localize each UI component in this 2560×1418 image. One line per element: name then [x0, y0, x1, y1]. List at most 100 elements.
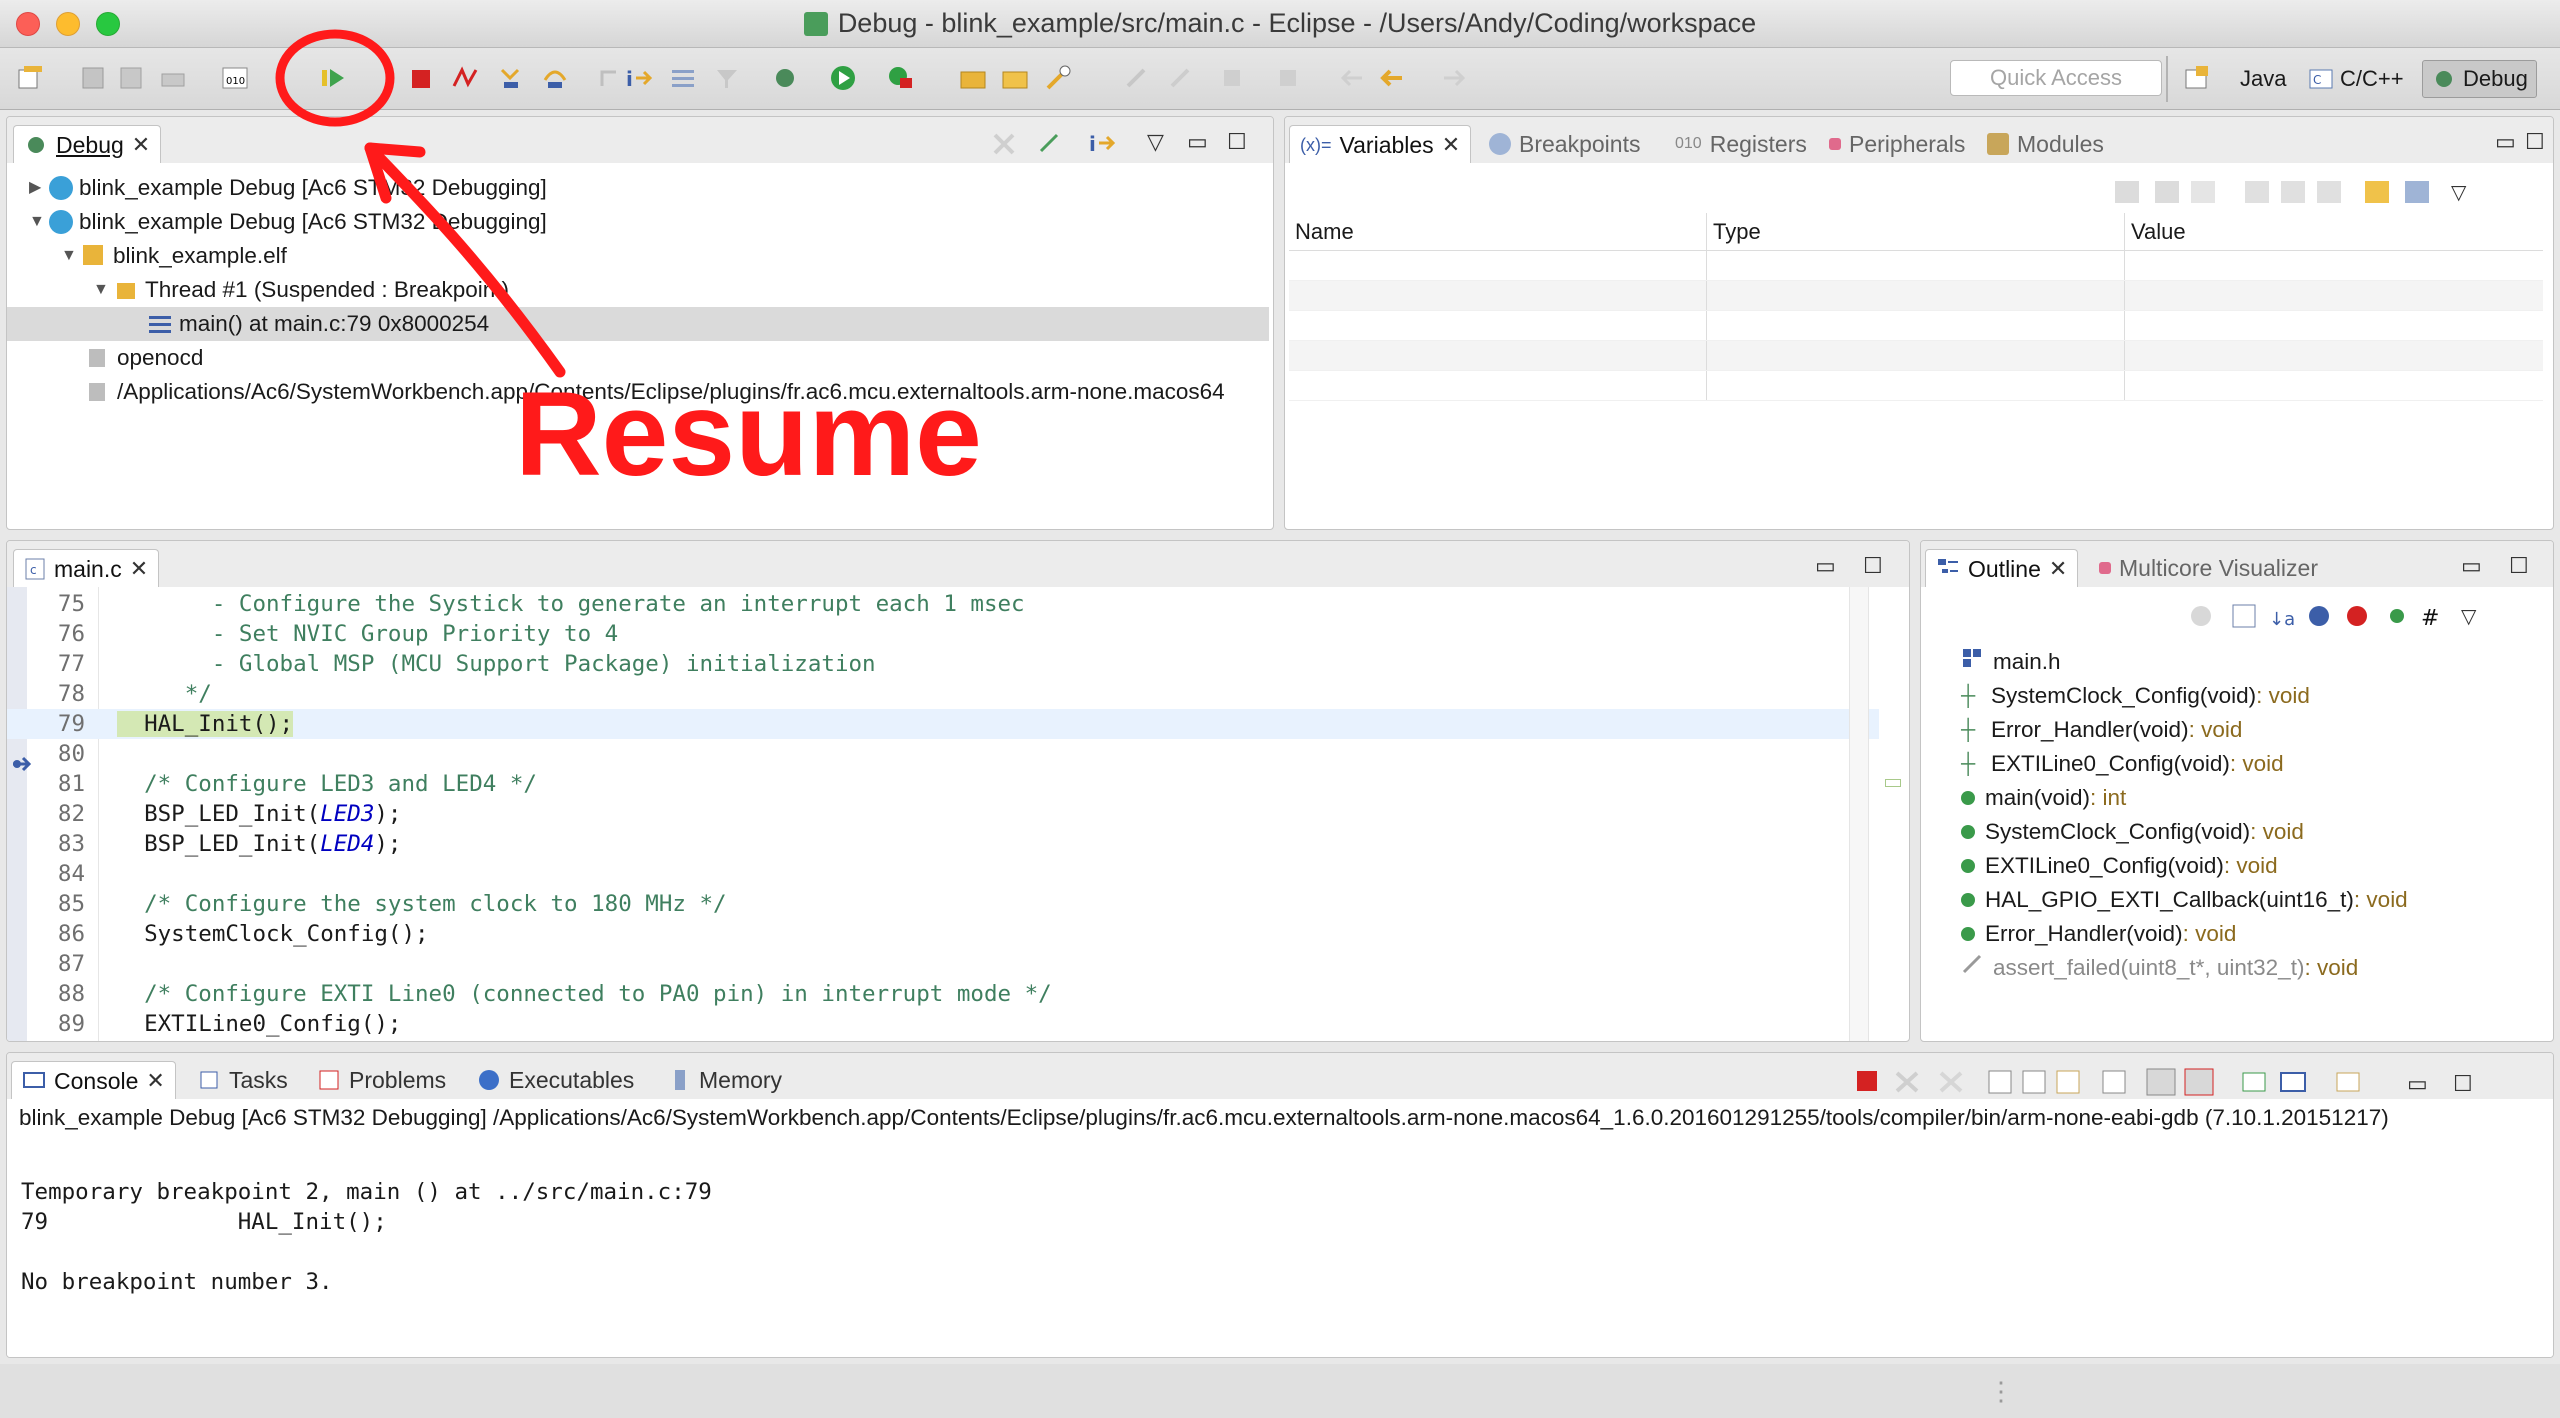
run-icon[interactable]: [828, 64, 858, 92]
tab-executables[interactable]: Executables: [477, 1061, 634, 1099]
minimize-icon[interactable]: ▭: [1187, 129, 1208, 155]
step-return-icon[interactable]: [596, 64, 626, 92]
overview-ruler-marker[interactable]: [1885, 779, 1901, 787]
open-type-icon[interactable]: [958, 64, 988, 92]
code-line[interactable]: 85 /* Configure the system clock to 180 …: [7, 889, 1879, 919]
pin-editor-icon[interactable]: [1274, 64, 1304, 92]
editor-scrollbar[interactable]: [1849, 587, 1869, 1041]
code-line[interactable]: 83 BSP_LED_Init(LED4);: [7, 829, 1879, 859]
view-menu-icon[interactable]: ▽: [1147, 129, 1164, 155]
code-line[interactable]: 77 - Global MSP (MCU Support Package) in…: [7, 649, 1879, 679]
outline-item[interactable]: main(void) : int: [1961, 781, 2126, 815]
code-line[interactable]: 86 SystemClock_Config();: [7, 919, 1879, 949]
close-window-button[interactable]: [16, 12, 40, 36]
console-output[interactable]: blink_example Debug [Ac6 STM32 Debugging…: [7, 1099, 2553, 1357]
open-folder-icon[interactable]: [1000, 64, 1030, 92]
outline-item[interactable]: SystemClock_Config(void) : void: [1961, 815, 2304, 849]
outline-item[interactable]: Error_Handler(void) : void: [1961, 917, 2236, 951]
outline-item[interactable]: EXTILine0_Config(void) : void: [1961, 849, 2278, 883]
code-editor[interactable]: 75 - Configure the Systick to generate a…: [7, 587, 1909, 1041]
tree-row-thread[interactable]: ▼ Thread #1 (Suspended : Breakpoint): [7, 273, 1273, 307]
tree-row-stack-frame[interactable]: main() at main.c:79 0x8000254: [7, 307, 1269, 341]
outline-item[interactable]: ┼ SystemClock_Config(void) : void: [1961, 679, 2310, 713]
status-grip-icon[interactable]: ⋮: [1988, 1376, 2014, 1407]
minimize-icon[interactable]: ▭: [2495, 129, 2516, 155]
minimize-icon[interactable]: ▭: [1815, 553, 1836, 579]
last-edit-icon[interactable]: [1218, 64, 1248, 92]
collapse-icon[interactable]: ▼: [93, 273, 109, 307]
annotation-prev-icon[interactable]: [1166, 64, 1196, 92]
tab-memory[interactable]: Memory: [671, 1061, 782, 1099]
column-header-type[interactable]: Type: [1707, 213, 2125, 250]
perspective-debug[interactable]: Debug: [2422, 60, 2537, 98]
remove-terminated-icon[interactable]: [989, 129, 1019, 157]
open-perspective-icon[interactable]: [2182, 64, 2212, 92]
maximize-icon[interactable]: ☐: [1863, 553, 1883, 579]
debug-config-icon[interactable]: [770, 64, 800, 92]
tab-problems[interactable]: Problems: [317, 1061, 446, 1099]
print-icon[interactable]: [158, 64, 188, 92]
code-line[interactable]: 76 - Set NVIC Group Priority to 4: [7, 619, 1879, 649]
outline-item[interactable]: ┼ Error_Handler(void) : void: [1961, 713, 2242, 747]
tab-peripherals[interactable]: Peripherals: [1829, 125, 1965, 163]
save-icon[interactable]: [78, 64, 108, 92]
collapse-icon[interactable]: ▼: [29, 205, 45, 239]
tab-debug[interactable]: Debug ✕: [13, 125, 162, 164]
maximize-icon[interactable]: ☐: [1227, 129, 1247, 155]
code-line[interactable]: 75 - Configure the Systick to generate a…: [7, 589, 1879, 619]
perspective-cpp[interactable]: C C/C++: [2300, 60, 2412, 98]
code-line[interactable]: 88 /* Configure EXTI Line0 (connected to…: [7, 979, 1879, 1009]
perspective-java[interactable]: Java: [2232, 60, 2294, 98]
column-header-value[interactable]: Value: [2125, 213, 2543, 250]
tree-row-launch-1[interactable]: ▶ blink_example Debug [Ac6 STM32 Debuggi…: [7, 171, 1273, 205]
expand-icon[interactable]: ▶: [29, 171, 43, 205]
disconnect-icon[interactable]: [450, 64, 480, 92]
save-all-icon[interactable]: [116, 64, 146, 92]
new-icon[interactable]: [16, 64, 46, 92]
back-icon[interactable]: [1378, 64, 1408, 92]
quick-access-input[interactable]: Quick Access: [1950, 60, 2162, 96]
minimize-window-button[interactable]: [56, 12, 80, 36]
tab-registers[interactable]: 010 Registers: [1675, 125, 1807, 163]
resume-icon[interactable]: [318, 64, 348, 92]
close-tab-icon[interactable]: ✕: [130, 550, 148, 588]
connect-icon[interactable]: [1035, 129, 1065, 157]
close-tab-icon[interactable]: ✕: [1442, 126, 1460, 164]
zoom-window-button[interactable]: [96, 12, 120, 36]
tab-tasks[interactable]: Tasks: [197, 1061, 288, 1099]
outline-item[interactable]: ┼ EXTILine0_Config(void) : void: [1961, 747, 2284, 781]
close-tab-icon[interactable]: ✕: [132, 126, 150, 164]
external-tools-icon[interactable]: [886, 64, 916, 92]
tab-outline[interactable]: Outline ✕: [1925, 549, 2079, 588]
tab-console[interactable]: Console ✕: [11, 1061, 176, 1099]
search-tool-icon[interactable]: [1044, 64, 1074, 92]
terminate-icon[interactable]: [406, 64, 436, 92]
tree-row-launch-2[interactable]: ▼ blink_example Debug [Ac6 STM32 Debuggi…: [7, 205, 1273, 239]
tab-breakpoints[interactable]: Breakpoints: [1489, 125, 1640, 163]
tree-row-elf[interactable]: ▼ blink_example.elf: [7, 239, 1273, 273]
code-line[interactable]: 78 */: [7, 679, 1879, 709]
step-over-icon[interactable]: [540, 64, 570, 92]
instruction-step-icon[interactable]: i: [624, 64, 654, 92]
use-step-filters-icon[interactable]: [712, 64, 742, 92]
step-into-icon[interactable]: [496, 64, 526, 92]
binary-icon[interactable]: 010: [220, 64, 250, 92]
annotation-next-icon[interactable]: [1122, 64, 1152, 92]
close-tab-icon[interactable]: ✕: [2049, 550, 2067, 588]
outline-item[interactable]: HAL_GPIO_EXTI_Callback(uint16_t) : void: [1961, 883, 2408, 917]
back-arrow-icon[interactable]: [1338, 64, 1368, 92]
code-line[interactable]: 89 EXTILine0_Config();: [7, 1009, 1879, 1039]
code-line[interactable]: 82 BSP_LED_Init(LED3);: [7, 799, 1879, 829]
outline-item[interactable]: assert_failed(uint8_t*, uint32_t) : void: [1961, 951, 2358, 985]
column-header-name[interactable]: Name: [1289, 213, 1707, 250]
tab-main-c[interactable]: c main.c ✕: [13, 549, 160, 588]
forward-icon[interactable]: [1438, 64, 1468, 92]
tab-variables[interactable]: (x)= Variables ✕: [1289, 125, 1472, 164]
code-line[interactable]: 79 HAL_Init();: [7, 709, 1879, 739]
maximize-icon[interactable]: ☐: [2509, 553, 2529, 579]
tab-multicore-visualizer[interactable]: Multicore Visualizer: [2099, 549, 2318, 587]
maximize-icon[interactable]: ☐: [2525, 129, 2545, 155]
drop-to-frame-icon[interactable]: [668, 64, 698, 92]
close-tab-icon[interactable]: ✕: [146, 1062, 164, 1100]
collapse-icon[interactable]: ▼: [61, 239, 77, 273]
